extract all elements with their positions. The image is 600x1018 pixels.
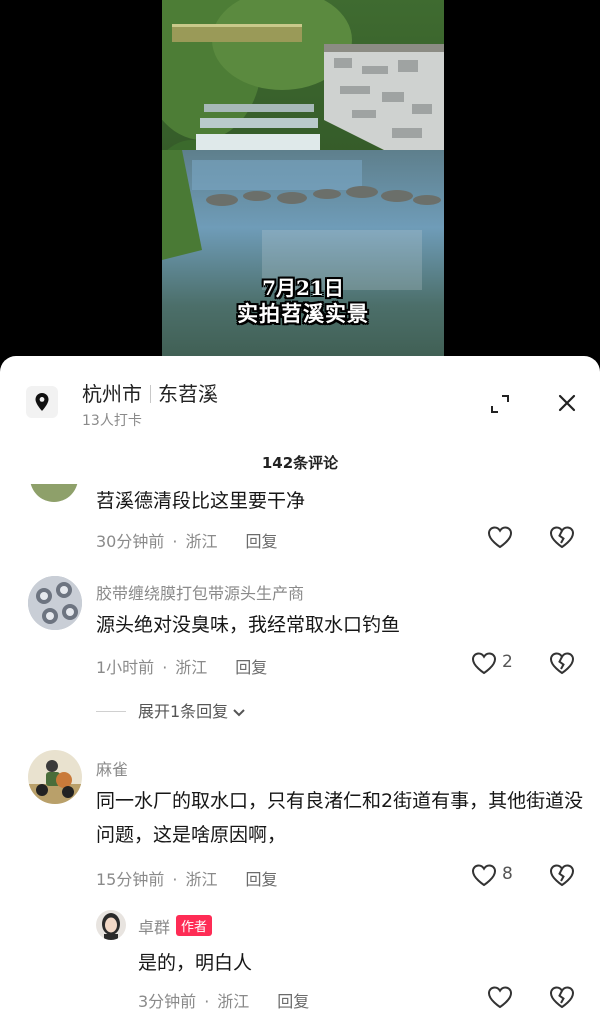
- author-badge: 作者: [176, 915, 213, 936]
- heart-icon[interactable]: [470, 862, 498, 888]
- chevron-down-icon: [233, 709, 245, 717]
- video-frame[interactable]: 7月21日 实拍苕溪实景: [162, 0, 444, 372]
- comment-count: 142条评论: [261, 454, 339, 472]
- location-place: 东苕溪: [158, 382, 218, 406]
- expand-label: 展开1条回复: [138, 702, 229, 721]
- reply-button[interactable]: 回复: [245, 532, 277, 551]
- expand-replies-button[interactable]: 展开1条回复: [96, 698, 246, 722]
- comment-list[interactable]: 苕溪德清段比这里要干净 30分钟前 · 浙江 回复 胶带缠绕膜打包带源头生产商 …: [0, 484, 600, 1018]
- location-checkins: 13人打卡: [82, 413, 142, 429]
- reply-avatar[interactable]: [96, 910, 126, 940]
- comment-meta: 30分钟前 · 浙江 回复: [96, 528, 278, 552]
- meta-dot: ·: [172, 870, 178, 889]
- reply-button[interactable]: 回复: [235, 658, 267, 677]
- comment-username[interactable]: 胶带缠绕膜打包带源头生产商: [96, 580, 304, 604]
- location-title[interactable]: 杭州市 东苕溪: [82, 378, 218, 407]
- comment-username[interactable]: 麻雀: [96, 756, 128, 780]
- comment-region: 浙江: [175, 658, 208, 677]
- avatar-image: [28, 576, 82, 630]
- comment-time: 1小时前: [96, 658, 155, 677]
- broken-heart-icon[interactable]: [548, 650, 576, 676]
- video-caption-title: 实拍苕溪实景: [237, 301, 369, 326]
- comment-sheet: 杭州市 东苕溪 13人打卡 142条评论 苕溪德清段比这里要干净 30分钟前 · 浙江…: [0, 356, 600, 1018]
- heart-icon[interactable]: [486, 984, 514, 1010]
- comment-time: 15分钟前: [96, 870, 165, 889]
- like-count: 2: [502, 652, 513, 672]
- heart-icon[interactable]: [470, 650, 498, 676]
- video-caption-date: 7月21日: [262, 276, 344, 300]
- comment-text: 同一水厂的取水口，只有良渚仁和2街道有事，其他街道没问题，这是啥原因啊，: [96, 790, 584, 846]
- location-divider: [150, 385, 151, 403]
- comment-region: 浙江: [185, 532, 218, 551]
- reply-username[interactable]: 卓群: [138, 918, 170, 937]
- heart-icon[interactable]: [486, 524, 514, 550]
- comment-meta: 1小时前 · 浙江 回复: [96, 654, 267, 678]
- avatar-image: [96, 910, 126, 940]
- location-pin-icon: [26, 386, 58, 418]
- meta-dot: ·: [172, 532, 178, 551]
- broken-heart-icon[interactable]: [548, 862, 576, 888]
- reply-username-row: 卓群 作者: [138, 914, 213, 938]
- comment-region: 浙江: [185, 870, 218, 889]
- collapse-arrows-icon[interactable]: [488, 392, 512, 416]
- comment-time: 30分钟前: [96, 532, 165, 551]
- commenter-avatar[interactable]: [28, 576, 82, 630]
- like-count: 8: [502, 864, 513, 884]
- avatar-image: [28, 750, 82, 804]
- video-player[interactable]: 7月21日 实拍苕溪实景: [0, 0, 600, 372]
- reply-region: 浙江: [217, 992, 250, 1011]
- broken-heart-icon[interactable]: [548, 524, 576, 550]
- reply-button[interactable]: 回复: [277, 992, 309, 1011]
- reply-button[interactable]: 回复: [245, 870, 277, 889]
- comment-text: 源头绝对没臭味，我经常取水口钓鱼: [96, 614, 401, 636]
- commenter-avatar[interactable]: [30, 484, 78, 502]
- meta-dot: ·: [204, 992, 210, 1011]
- location-header[interactable]: 杭州市 东苕溪 13人打卡: [0, 356, 600, 446]
- commenter-avatar[interactable]: [28, 750, 82, 804]
- comment-text: 苕溪德清段比这里要干净: [96, 490, 306, 512]
- location-city: 杭州市: [82, 382, 142, 406]
- reply-text: 是的，明白人: [138, 952, 253, 974]
- reply-meta: 3分钟前 · 浙江 回复: [138, 988, 309, 1012]
- comment-meta: 15分钟前 · 浙江 回复: [96, 866, 278, 890]
- reply-time: 3分钟前: [138, 992, 197, 1011]
- expand-line: [96, 711, 126, 712]
- broken-heart-icon[interactable]: [548, 984, 576, 1010]
- close-icon[interactable]: [554, 390, 580, 416]
- meta-dot: ·: [162, 658, 168, 677]
